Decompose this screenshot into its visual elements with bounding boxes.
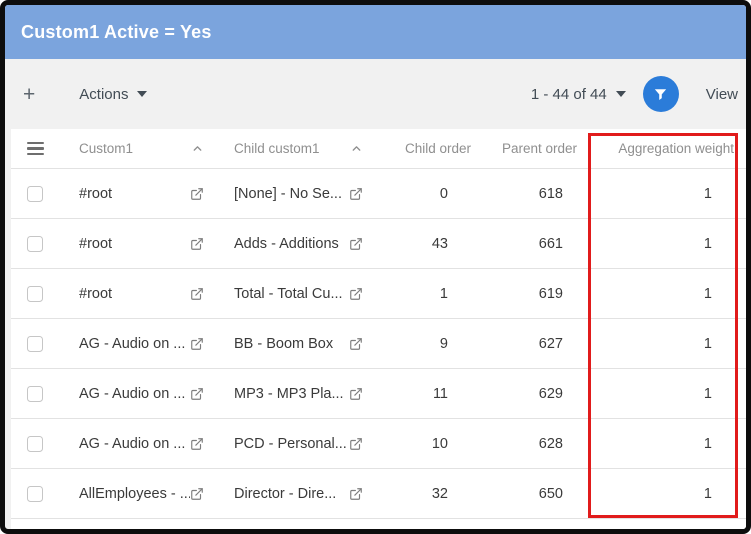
- aggregation-weight-cell: 1: [579, 369, 746, 418]
- row-checkbox[interactable]: [27, 486, 43, 502]
- aggregation-weight-cell: 1: [579, 469, 746, 518]
- external-link-icon[interactable]: [349, 237, 363, 251]
- column-header-aggregation-weight[interactable]: Aggregation weight: [579, 129, 746, 168]
- table-header-row: Custom1 Child custom1 Child order Parent…: [11, 129, 746, 169]
- custom1-cell: AG - Audio on ...: [79, 386, 185, 402]
- child-custom1-cell: [None] - No Se...: [234, 186, 342, 202]
- chevron-up-icon: [191, 142, 204, 155]
- column-label: Child custom1: [234, 141, 320, 156]
- custom1-cell: AG - Audio on ...: [79, 436, 185, 452]
- page-title: Custom1 Active = Yes: [21, 22, 212, 43]
- child-custom1-cell: MP3 - MP3 Pla...: [234, 386, 344, 402]
- caret-down-icon: [616, 91, 626, 97]
- external-link-icon[interactable]: [349, 437, 363, 451]
- toolbar-right-group: 1 - 44 of 44 View: [531, 76, 738, 112]
- external-link-icon[interactable]: [190, 487, 204, 501]
- external-link-icon[interactable]: [190, 237, 204, 251]
- child-custom1-cell: PCD - Personal...: [234, 436, 347, 452]
- child-custom1-cell: Adds - Additions: [234, 236, 339, 252]
- aggregation-weight-cell: 1: [579, 169, 746, 218]
- column-label: Custom1: [79, 141, 133, 156]
- table-row[interactable]: #root Total - Total Cu... 1 619 1: [11, 269, 746, 319]
- external-link-icon[interactable]: [190, 387, 204, 401]
- parent-order-cell: 661: [473, 219, 579, 268]
- actions-menu-button[interactable]: Actions: [79, 86, 147, 103]
- external-link-icon[interactable]: [190, 437, 204, 451]
- column-header-parent-order[interactable]: Parent order: [473, 129, 579, 168]
- aggregation-weight-cell: 1: [579, 419, 746, 468]
- aggregation-weight-cell: 1: [579, 219, 746, 268]
- row-checkbox[interactable]: [27, 186, 43, 202]
- child-order-cell: 10: [373, 419, 473, 468]
- aggregation-weight-cell: 1: [579, 269, 746, 318]
- external-link-icon[interactable]: [349, 287, 363, 301]
- pagination-label: 1 - 44 of 44: [531, 86, 607, 103]
- external-link-icon[interactable]: [349, 387, 363, 401]
- column-header-custom1[interactable]: Custom1: [59, 129, 214, 168]
- grid-menu-cell: [11, 129, 59, 168]
- custom1-cell: AllEmployees - ...: [79, 486, 190, 502]
- chevron-up-icon: [350, 142, 363, 155]
- row-checkbox[interactable]: [27, 386, 43, 402]
- external-link-icon[interactable]: [190, 287, 204, 301]
- filter-button[interactable]: [643, 76, 679, 112]
- parent-order-cell: 628: [473, 419, 579, 468]
- external-link-icon[interactable]: [190, 337, 204, 351]
- custom1-cell: AG - Audio on ...: [79, 336, 185, 352]
- external-link-icon[interactable]: [349, 487, 363, 501]
- child-order-cell: 11: [373, 369, 473, 418]
- aggregation-weight-cell: 1: [579, 319, 746, 368]
- table-row[interactable]: AllEmployees - ... Director - Dire... 32…: [11, 469, 746, 519]
- actions-label: Actions: [79, 86, 128, 103]
- row-checkbox[interactable]: [27, 336, 43, 352]
- parent-order-cell: 650: [473, 469, 579, 518]
- filter-funnel-icon: [652, 86, 669, 103]
- table-row[interactable]: #root [None] - No Se... 0 618 1: [11, 169, 746, 219]
- caret-down-icon: [137, 91, 147, 97]
- external-link-icon[interactable]: [190, 187, 204, 201]
- screenshot-frame: Custom1 Active = Yes + Actions 1 - 44 of…: [0, 0, 751, 534]
- child-custom1-cell: Total - Total Cu...: [234, 286, 343, 302]
- child-order-cell: 43: [373, 219, 473, 268]
- parent-order-cell: 627: [473, 319, 579, 368]
- child-custom1-cell: Director - Dire...: [234, 486, 336, 502]
- data-grid: Custom1 Child custom1 Child order Parent…: [11, 129, 746, 529]
- table-row[interactable]: AG - Audio on ... MP3 - MP3 Pla... 11 62…: [11, 369, 746, 419]
- external-link-icon[interactable]: [349, 187, 363, 201]
- row-checkbox[interactable]: [27, 286, 43, 302]
- toolbar: + Actions 1 - 44 of 44 View: [5, 59, 746, 129]
- custom1-cell: #root: [79, 186, 112, 202]
- panel-titlebar: Custom1 Active = Yes: [5, 5, 746, 59]
- table-row[interactable]: AG - Audio on ... PCD - Personal... 10 6…: [11, 419, 746, 469]
- column-header-child-order[interactable]: Child order: [373, 129, 473, 168]
- child-order-cell: 32: [373, 469, 473, 518]
- hamburger-menu-icon[interactable]: [27, 142, 44, 155]
- view-button[interactable]: View: [706, 86, 738, 103]
- custom1-cell: #root: [79, 236, 112, 252]
- parent-order-cell: 618: [473, 169, 579, 218]
- custom1-cell: #root: [79, 286, 112, 302]
- add-button[interactable]: +: [23, 84, 35, 105]
- external-link-icon[interactable]: [349, 337, 363, 351]
- column-header-child-custom1[interactable]: Child custom1: [214, 129, 373, 168]
- row-checkbox[interactable]: [27, 436, 43, 452]
- parent-order-cell: 629: [473, 369, 579, 418]
- child-order-cell: 0: [373, 169, 473, 218]
- parent-order-cell: 619: [473, 269, 579, 318]
- table-row[interactable]: #root Adds - Additions 43 661 1: [11, 219, 746, 269]
- child-custom1-cell: BB - Boom Box: [234, 336, 333, 352]
- pagination-dropdown[interactable]: 1 - 44 of 44: [531, 86, 626, 103]
- row-checkbox[interactable]: [27, 236, 43, 252]
- child-order-cell: 1: [373, 269, 473, 318]
- table-row[interactable]: AG - Audio on ... BB - Boom Box 9 627 1: [11, 319, 746, 369]
- child-order-cell: 9: [373, 319, 473, 368]
